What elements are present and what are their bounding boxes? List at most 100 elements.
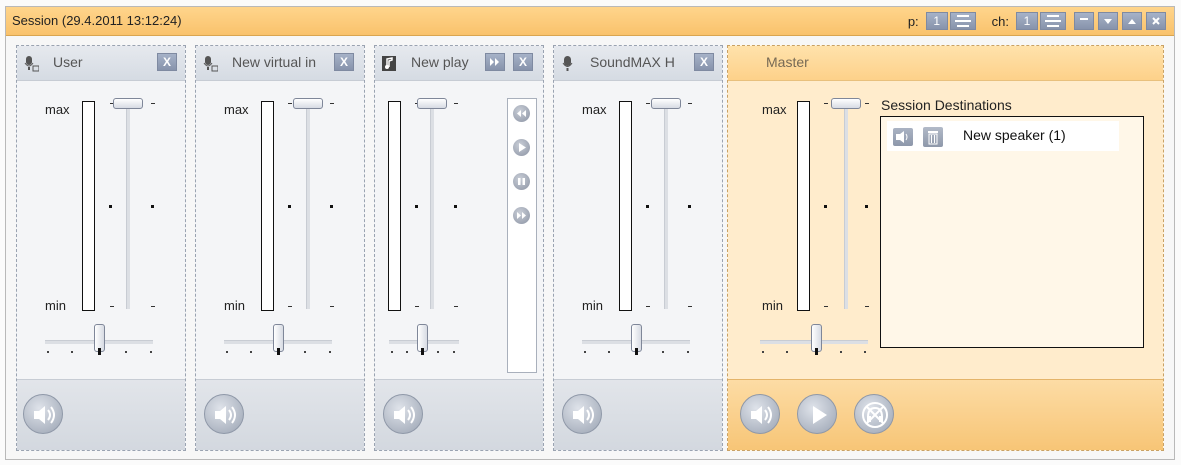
- level-meter: [82, 101, 95, 311]
- mute-button[interactable]: [562, 394, 602, 434]
- titlebar-controls: p: 1 ch: 1: [900, 11, 1166, 31]
- strip-close-button[interactable]: X: [334, 53, 354, 71]
- scale-mark: [288, 103, 292, 104]
- max-label: max: [45, 102, 70, 117]
- scale-mark: [824, 103, 828, 104]
- move-up-button[interactable]: [1122, 12, 1142, 30]
- volume-fader-track[interactable]: [430, 109, 434, 309]
- scale-mark: [288, 205, 291, 208]
- volume-fader-thumb[interactable]: [831, 98, 861, 109]
- master-headset-button[interactable]: [854, 394, 894, 434]
- destinations-list[interactable]: New speaker (1): [880, 116, 1144, 348]
- strip-name: New play: [411, 54, 469, 70]
- fast-forward-button[interactable]: [513, 207, 530, 224]
- microphone-icon: [203, 56, 218, 72]
- strip-body: [375, 81, 543, 381]
- min-label: min: [45, 298, 66, 313]
- pan-tick: [277, 348, 280, 355]
- page-label: p:: [907, 13, 919, 29]
- master-panel: Master max min Session Destinations New …: [727, 45, 1164, 451]
- triangle-down-icon: [1104, 19, 1112, 24]
- mute-button[interactable]: [23, 394, 63, 434]
- channel-strip-user: User X max min: [16, 45, 186, 451]
- speaker-icon: [751, 406, 772, 424]
- min-label: min: [762, 298, 783, 313]
- pan-tick: [584, 351, 586, 353]
- scale-mark: [288, 306, 292, 307]
- scale-mark: [330, 306, 334, 307]
- master-header: Master: [728, 46, 1163, 81]
- play-button[interactable]: [513, 139, 530, 156]
- scale-mark: [865, 103, 869, 104]
- channel-strip-virtual-input: New virtual in X max min: [195, 45, 365, 451]
- scale-mark: [330, 103, 334, 104]
- scale-mark: [646, 306, 650, 307]
- triangle-up-icon: [1128, 19, 1136, 24]
- speaker-icon: [215, 406, 236, 424]
- pan-tick: [125, 351, 127, 353]
- pan-tick: [608, 351, 610, 353]
- speaker-icon: [394, 406, 415, 424]
- strip-body: max min: [196, 81, 364, 381]
- scale-mark: [109, 205, 112, 208]
- scale-mark: [688, 306, 692, 307]
- volume-fader-track[interactable]: [306, 109, 310, 309]
- volume-fader-thumb[interactable]: [293, 98, 323, 109]
- minimize-button[interactable]: [1074, 12, 1094, 30]
- pan-tick: [98, 348, 101, 355]
- pan-tick: [329, 351, 331, 353]
- pan-tick: [662, 351, 664, 353]
- microphone-icon: [562, 56, 573, 71]
- mute-button[interactable]: [204, 394, 244, 434]
- destination-item[interactable]: New speaker (1): [887, 121, 1119, 151]
- speaker-icon: [573, 406, 594, 424]
- fast-forward-icon: [517, 212, 526, 219]
- close-session-button[interactable]: [1146, 12, 1166, 30]
- pan-tick: [150, 351, 152, 353]
- volume-fader-thumb[interactable]: [417, 98, 447, 109]
- page-spinner-arrows-icon[interactable]: [949, 12, 976, 30]
- volume-fader-thumb[interactable]: [651, 98, 681, 109]
- rewind-button[interactable]: [513, 105, 530, 122]
- channel-spinner[interactable]: 1: [1016, 12, 1070, 30]
- pan-tick: [421, 348, 424, 355]
- volume-fader-track[interactable]: [844, 109, 848, 309]
- scale-mark: [865, 205, 868, 208]
- strip-close-button[interactable]: X: [513, 53, 533, 71]
- rewind-icon: [517, 110, 526, 117]
- move-down-button[interactable]: [1098, 12, 1118, 30]
- scale-mark: [824, 306, 828, 307]
- channel-spinner-arrows-icon[interactable]: [1040, 12, 1066, 30]
- strip-header: New virtual in X: [196, 46, 364, 81]
- session-titlebar: Session (29.4.2011 13:12:24) p: 1 ch: 1: [6, 7, 1174, 36]
- scale-mark: [646, 103, 650, 104]
- strip-footer: [196, 379, 364, 450]
- volume-fader-track[interactable]: [664, 109, 668, 309]
- pause-button[interactable]: [513, 173, 530, 190]
- channel-strip-player: New play X: [374, 45, 544, 451]
- strip-close-button[interactable]: X: [694, 53, 714, 71]
- scale-mark: [688, 205, 691, 208]
- pan-tick: [437, 351, 439, 353]
- mute-button[interactable]: [383, 394, 423, 434]
- master-play-button[interactable]: [797, 394, 837, 434]
- forward-icon: [490, 58, 499, 66]
- master-mute-button[interactable]: [740, 394, 780, 434]
- pan-tick: [453, 351, 455, 353]
- microphone-icon: [24, 56, 39, 72]
- volume-fader-thumb[interactable]: [113, 98, 143, 109]
- page-spinner[interactable]: 1: [925, 12, 980, 30]
- volume-fader-track[interactable]: [126, 109, 130, 309]
- pan-tick: [687, 351, 689, 353]
- session-title: Session (29.4.2011 13:12:24): [12, 13, 182, 28]
- forward-button[interactable]: [485, 53, 505, 71]
- strip-name: SoundMAX H: [590, 54, 675, 70]
- transport-panel: [507, 98, 537, 373]
- speaker-icon[interactable]: [893, 128, 913, 146]
- strip-close-button[interactable]: X: [157, 53, 177, 71]
- pan-tick: [840, 351, 842, 353]
- trash-icon[interactable]: [923, 127, 943, 147]
- min-label: min: [224, 298, 245, 313]
- strip-name: User: [53, 54, 83, 70]
- pan-tick: [226, 351, 228, 353]
